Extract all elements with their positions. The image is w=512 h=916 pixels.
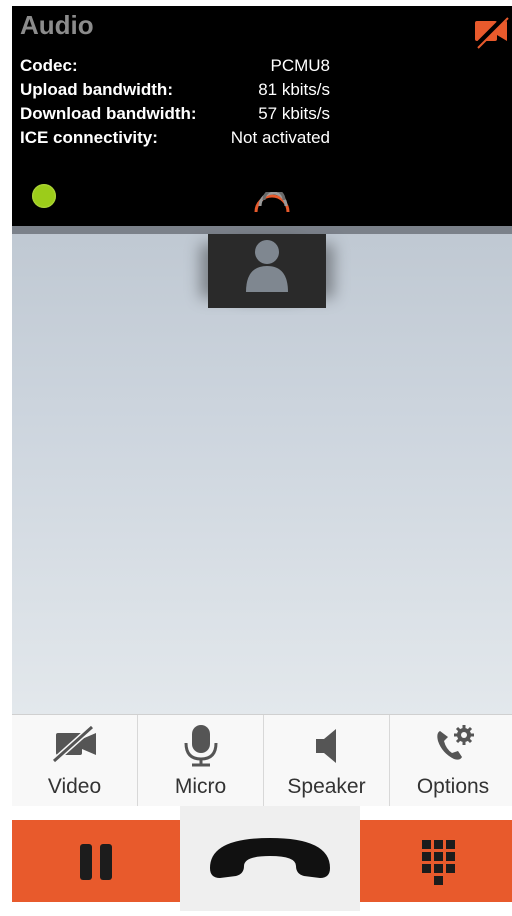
avatar	[208, 234, 326, 308]
upload-bandwidth-row: Upload bandwidth: 81 kbits/s	[20, 80, 330, 102]
ice-connectivity-value: Not activated	[230, 128, 330, 147]
dialpad-icon	[422, 840, 455, 885]
pause-icon	[80, 844, 112, 880]
dialpad-button[interactable]	[360, 820, 512, 902]
download-bandwidth-value: 57 kbits/s	[258, 104, 330, 123]
micro-button[interactable]: Micro	[138, 715, 264, 807]
download-bandwidth-row: Download bandwidth: 57 kbits/s	[20, 104, 330, 126]
call-controls: Video Micro Speaker Options	[12, 714, 512, 807]
speaker-icon	[316, 729, 336, 763]
video-off-icon[interactable]	[472, 12, 510, 50]
ice-connectivity-label: ICE connectivity:	[20, 128, 158, 147]
contact-area	[12, 226, 512, 714]
codec-row: Codec: PCMU8	[20, 56, 330, 78]
video-label: Video	[47, 775, 102, 798]
audio-stats-panel: Audio Codec: PCMU8 Upload bandwidth: 81 …	[12, 6, 512, 226]
bottom-action-bar	[12, 806, 512, 911]
speaker-button[interactable]: Speaker	[264, 715, 390, 807]
micro-label: Micro	[174, 775, 227, 798]
codec-value: PCMU8	[270, 56, 330, 75]
video-off-icon	[51, 724, 96, 764]
contact-silhouette-icon	[246, 240, 288, 292]
options-label: Options	[416, 775, 490, 798]
status-dot	[32, 184, 56, 208]
ice-connectivity-row: ICE connectivity: Not activated	[20, 128, 330, 150]
top-strip	[12, 226, 512, 234]
download-bandwidth-label: Download bandwidth:	[20, 104, 197, 123]
upload-bandwidth-label: Upload bandwidth:	[20, 80, 173, 99]
speaker-label: Speaker	[287, 775, 366, 798]
pause-button[interactable]	[12, 820, 180, 902]
call-quality-icon	[254, 192, 290, 213]
audio-title: Audio	[20, 10, 94, 40]
microphone-icon	[184, 725, 218, 767]
video-button[interactable]: Video	[12, 715, 138, 807]
call-screen: Audio Codec: PCMU8 Upload bandwidth: 81 …	[0, 0, 512, 911]
hangup-button[interactable]	[180, 806, 360, 911]
options-button[interactable]: Options	[390, 715, 512, 807]
hangup-icon	[210, 838, 330, 889]
call-settings-icon	[437, 725, 474, 760]
codec-label: Codec:	[20, 56, 78, 75]
upload-bandwidth-value: 81 kbits/s	[258, 80, 330, 99]
